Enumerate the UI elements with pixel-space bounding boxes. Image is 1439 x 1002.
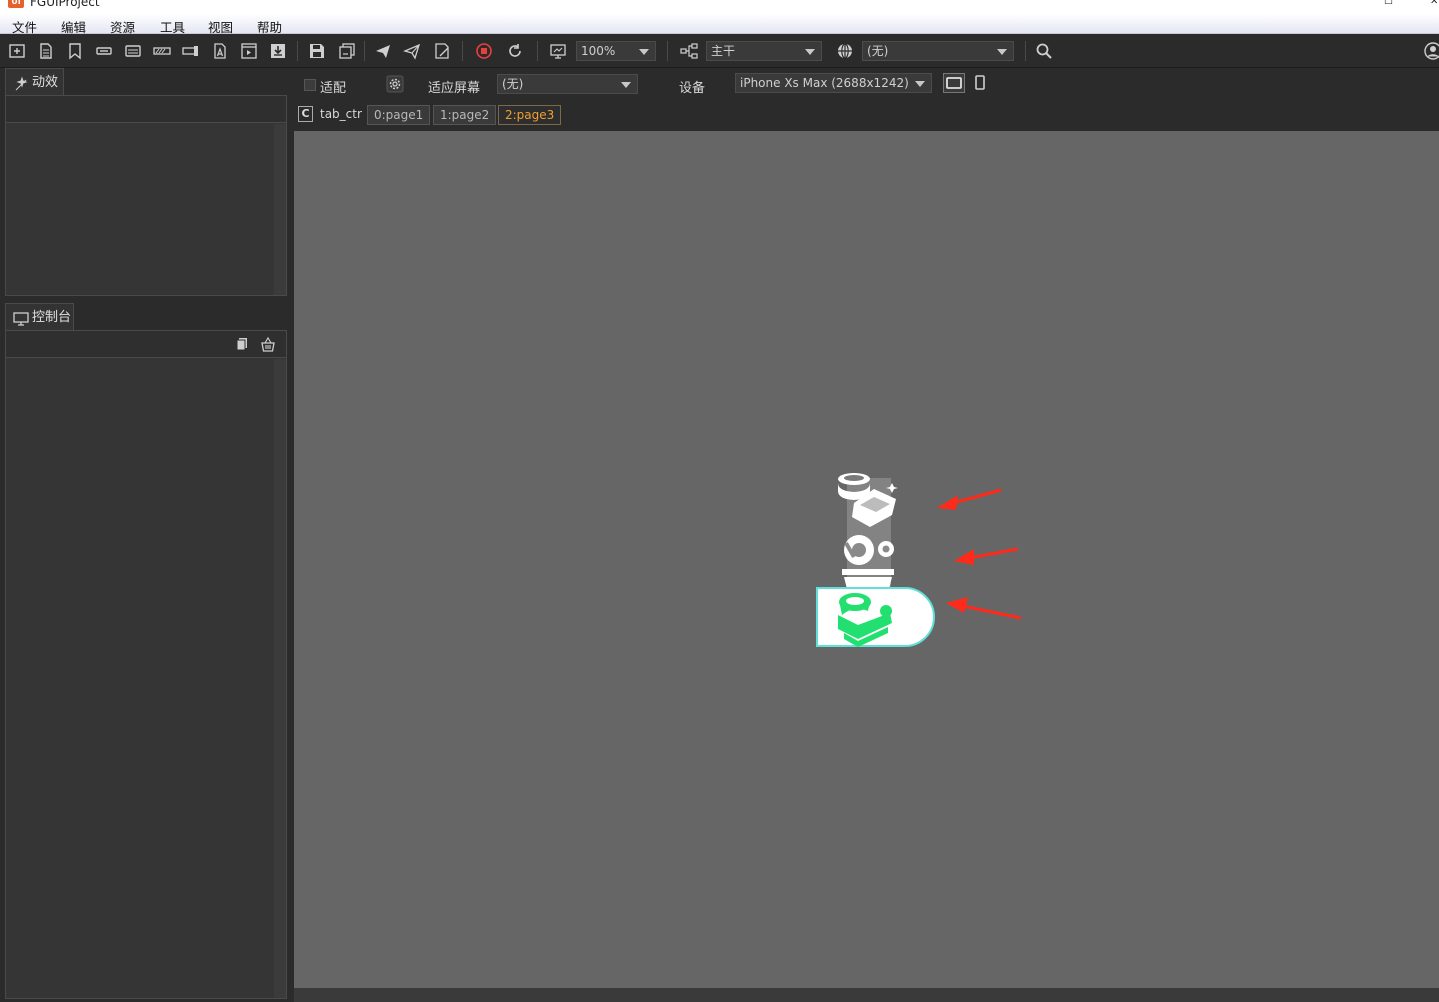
save-icon[interactable] <box>308 42 326 60</box>
publish-settings-icon[interactable] <box>403 42 421 60</box>
fit-screen-value: (无) <box>502 77 524 91</box>
annotation-arrow-3 <box>946 597 1022 620</box>
stop-record-icon[interactable] <box>475 42 493 60</box>
import-resource-icon[interactable] <box>269 42 287 60</box>
effects-icon <box>13 75 29 91</box>
branch-value: 主干 <box>711 44 736 58</box>
new-label-icon[interactable] <box>66 42 84 60</box>
branch-select[interactable]: 主干 <box>706 41 822 61</box>
title-bar: UI FGUIProject ☐ ✕ <box>0 0 1439 14</box>
new-component-icon[interactable] <box>37 42 55 60</box>
console-panel <box>5 330 287 999</box>
clear-icon[interactable] <box>260 336 276 352</box>
fit-screen-select[interactable]: (无) <box>497 74 638 94</box>
left-panels: 动效 控制台 <box>0 68 292 1002</box>
app-window: UI FGUIProject ☐ ✕ 文件 编辑 资源 工具 视图 帮助 100… <box>0 0 1439 1002</box>
new-movieclip-icon[interactable] <box>240 42 258 60</box>
controller-page-2[interactable]: 2:page3 <box>498 105 562 125</box>
globe-icon[interactable] <box>836 42 854 60</box>
controller-page-1[interactable]: 1:page2 <box>433 105 497 125</box>
save-all-icon[interactable] <box>338 42 356 60</box>
main-toolbar: 100% 主干 (无) <box>0 34 1439 68</box>
effects-scrollbar[interactable] <box>274 124 286 295</box>
controller-name: tab_ctr <box>320 107 362 121</box>
new-combobox-icon[interactable] <box>124 42 142 60</box>
chevron-down-icon <box>915 81 925 87</box>
tab-console[interactable]: 控制台 <box>5 303 74 331</box>
chevron-down-icon <box>805 49 815 55</box>
search-icon[interactable] <box>1035 42 1053 60</box>
new-button-icon[interactable] <box>95 42 113 60</box>
console-scrollbar[interactable] <box>274 359 286 998</box>
annotation-arrow-1 <box>937 488 1002 510</box>
new-package-icon[interactable] <box>8 42 26 60</box>
new-font-icon[interactable] <box>211 42 229 60</box>
tab-button-selected[interactable] <box>816 587 935 647</box>
refresh-icon[interactable] <box>506 42 524 60</box>
chevron-down-icon <box>621 82 631 88</box>
annotation-arrow-2 <box>954 547 1019 565</box>
chevron-down-icon <box>997 49 1007 55</box>
user-account-icon[interactable] <box>1424 42 1439 60</box>
portrait-orientation-icon[interactable] <box>972 74 988 92</box>
fit-screen-label: 适应屏幕 <box>428 81 481 96</box>
chevron-down-icon <box>639 49 649 55</box>
tab-console-label: 控制台 <box>32 310 72 325</box>
zoom-value: 100% <box>581 44 616 58</box>
device-select[interactable]: iPhone Xs Max (2688x1242) <box>735 73 932 93</box>
tab-effects[interactable]: 动效 <box>5 68 64 96</box>
console-toolbar <box>6 331 286 358</box>
maximize-icon[interactable]: ☐ <box>1384 0 1393 7</box>
controller-page-0[interactable]: 0:page1 <box>367 105 431 125</box>
preview-icon[interactable] <box>549 42 567 60</box>
copy-icon[interactable] <box>234 336 250 352</box>
monitor-icon <box>13 310 29 326</box>
device-value: iPhone Xs Max (2688x1242) <box>740 76 909 90</box>
publish-icon[interactable] <box>374 42 392 60</box>
fit-label: 适配 <box>320 81 347 96</box>
controller-bar: C tab_ctr 0:page1 1:page2 2:page3 <box>294 100 1439 130</box>
fit-checkbox[interactable] <box>304 79 316 91</box>
language-select[interactable]: (无) <box>862 41 1014 61</box>
tab-effects-label: 动效 <box>32 75 59 90</box>
effects-panel <box>5 95 287 296</box>
device-label: 设备 <box>679 81 706 96</box>
language-value: (无) <box>867 44 889 58</box>
gear-icon[interactable] <box>386 75 404 93</box>
menu-bar: 文件 编辑 资源 工具 视图 帮助 <box>0 14 1439 35</box>
window-title: FGUIProject <box>30 0 100 9</box>
stage-horizontal-scrollbar[interactable] <box>294 988 1439 1002</box>
landscape-orientation-icon[interactable] <box>943 73 965 93</box>
app-logo: UI <box>8 0 24 8</box>
close-icon[interactable]: ✕ <box>1430 0 1438 7</box>
branch-icon[interactable] <box>680 42 698 60</box>
new-slider-icon[interactable] <box>182 42 200 60</box>
effects-toolbar <box>6 96 286 123</box>
design-stage[interactable] <box>294 131 1439 988</box>
zoom-select[interactable]: 100% <box>576 41 656 61</box>
controller-badge: C <box>298 106 313 122</box>
publish-package-icon[interactable] <box>433 42 451 60</box>
stage-options-bar: 适配 适应屏幕 (无) 设备 iPhone Xs Max (2688x1242) <box>294 68 1439 100</box>
new-progressbar-icon[interactable] <box>153 42 171 60</box>
